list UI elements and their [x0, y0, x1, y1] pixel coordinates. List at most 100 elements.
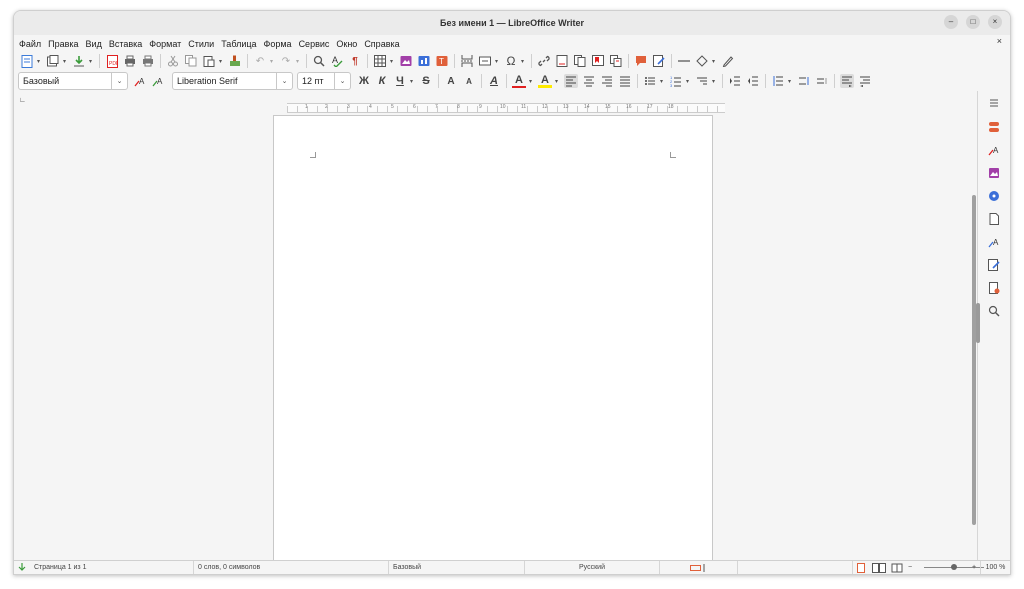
templates-icon[interactable] [46, 54, 60, 68]
paragraph-style-combo[interactable]: Базовый ⌄ [18, 72, 128, 90]
zoom-slider-handle[interactable] [951, 564, 957, 570]
undo-icon[interactable]: ↶ [253, 54, 267, 68]
bold-button[interactable]: Ж [357, 74, 371, 88]
multi-page-view-icon[interactable] [872, 561, 888, 574]
export-pdf-icon[interactable]: PDF [105, 54, 119, 68]
insert-table-icon[interactable] [373, 54, 387, 68]
minimize-button[interactable]: – [944, 15, 958, 29]
close-document-button[interactable]: × [997, 36, 1002, 46]
maximize-button[interactable]: □ [966, 15, 980, 29]
paste-icon[interactable] [202, 54, 216, 68]
clear-formatting-button[interactable]: A [487, 74, 501, 88]
menu-format[interactable]: Формат [149, 39, 181, 49]
cross-reference-icon[interactable] [609, 54, 623, 68]
zoom-in-button[interactable]: + [969, 561, 979, 574]
italic-button[interactable]: К [375, 74, 389, 88]
endnote-icon[interactable] [573, 54, 587, 68]
insert-field-icon[interactable] [478, 54, 492, 68]
ltr-text-icon[interactable] [840, 74, 854, 88]
tab-stop-selector[interactable]: ∟ [19, 97, 26, 104]
zoom-out-button[interactable]: − [905, 561, 915, 574]
chevron-down-icon[interactable]: ⌄ [334, 73, 350, 89]
chevron-down-icon[interactable]: ▾ [62, 58, 67, 65]
menu-edit[interactable]: Правка [48, 39, 78, 49]
styles-icon[interactable]: A [987, 143, 1001, 157]
chevron-down-icon[interactable]: ▾ [389, 58, 394, 65]
rtl-text-icon[interactable] [858, 74, 872, 88]
chevron-down-icon[interactable]: ▾ [88, 58, 93, 65]
print-icon[interactable] [123, 54, 137, 68]
increase-indent-icon[interactable] [728, 74, 742, 88]
menu-form[interactable]: Форма [264, 39, 292, 49]
properties-icon[interactable] [987, 120, 1001, 134]
menu-file[interactable]: Файл [19, 39, 41, 49]
new-document-icon[interactable] [20, 54, 34, 68]
page-count[interactable]: Страница 1 из 1 [34, 561, 194, 574]
chevron-down-icon[interactable]: ▾ [685, 78, 690, 85]
subscript-button[interactable]: A [462, 74, 476, 88]
page-break-icon[interactable] [460, 54, 474, 68]
chevron-down-icon[interactable]: ▾ [295, 58, 300, 65]
redo-icon[interactable]: ↷ [279, 54, 293, 68]
menu-tools[interactable]: Сервис [299, 39, 330, 49]
menu-table[interactable]: Таблица [221, 39, 256, 49]
chevron-down-icon[interactable]: ▾ [409, 78, 414, 85]
chevron-down-icon[interactable]: ⌄ [276, 73, 292, 89]
sidebar-menu-icon[interactable] [987, 96, 1001, 110]
chevron-down-icon[interactable]: ▾ [520, 58, 525, 65]
update-style-icon[interactable]: A [134, 74, 148, 88]
align-right-icon[interactable] [600, 74, 614, 88]
track-changes-icon[interactable] [652, 54, 666, 68]
chevron-down-icon[interactable]: ▾ [787, 78, 792, 85]
chevron-down-icon[interactable]: ▾ [269, 58, 274, 65]
bookmark-icon[interactable] [591, 54, 605, 68]
chevron-down-icon[interactable]: ▾ [494, 58, 499, 65]
copy-icon[interactable] [184, 54, 198, 68]
find-icon[interactable] [987, 304, 1001, 318]
insert-mode-icon[interactable] [660, 561, 738, 574]
insert-comment-icon[interactable] [634, 54, 648, 68]
insert-chart-icon[interactable] [417, 54, 431, 68]
manage-changes-icon[interactable] [987, 258, 1001, 272]
chevron-down-icon[interactable]: ⌄ [111, 73, 127, 89]
chevron-down-icon[interactable]: ▾ [36, 58, 41, 65]
superscript-button[interactable]: A [444, 74, 458, 88]
single-page-view-icon[interactable] [857, 561, 869, 574]
vertical-scrollbar[interactable] [972, 195, 976, 525]
insert-image-icon[interactable] [399, 54, 413, 68]
basic-shapes-icon[interactable] [695, 54, 709, 68]
signature-icon[interactable] [18, 561, 32, 574]
design-icon[interactable] [987, 281, 1001, 295]
numbered-list-icon[interactable]: 123 [669, 74, 683, 88]
clone-formatting-icon[interactable] [228, 54, 242, 68]
outline-list-icon[interactable] [695, 74, 709, 88]
style-inspector-icon[interactable]: A [987, 235, 1001, 249]
align-left-icon[interactable] [564, 74, 578, 88]
chevron-down-icon[interactable]: ▾ [554, 78, 559, 85]
save-icon[interactable] [72, 54, 86, 68]
insert-textbox-icon[interactable]: T [435, 54, 449, 68]
insert-line-icon[interactable] [677, 54, 691, 68]
chevron-down-icon[interactable]: ▾ [711, 58, 716, 65]
chevron-down-icon[interactable]: ▾ [711, 78, 716, 85]
increase-paragraph-spacing-icon[interactable] [797, 74, 811, 88]
menu-window[interactable]: Окно [336, 39, 357, 49]
decrease-indent-icon[interactable] [746, 74, 760, 88]
menu-view[interactable]: Вид [86, 39, 102, 49]
font-name-combo[interactable]: Liberation Serif ⌄ [172, 72, 293, 90]
decrease-paragraph-spacing-icon[interactable] [815, 74, 829, 88]
justify-icon[interactable] [618, 74, 632, 88]
navigator-icon[interactable] [987, 189, 1001, 203]
font-size-combo[interactable]: 12 пт ⌄ [297, 72, 351, 90]
chevron-down-icon[interactable]: ▾ [659, 78, 664, 85]
spelling-icon[interactable]: A [330, 54, 344, 68]
cut-icon[interactable] [166, 54, 180, 68]
chevron-down-icon[interactable]: ▾ [528, 78, 533, 85]
document-page[interactable] [273, 115, 713, 565]
book-view-icon[interactable] [891, 561, 905, 574]
highlight-color-button[interactable]: A [538, 74, 552, 88]
bullet-list-icon[interactable] [643, 74, 657, 88]
page-icon[interactable] [987, 212, 1001, 226]
page-style[interactable]: Базовый [389, 561, 525, 574]
word-count[interactable]: 0 слов, 0 символов [194, 561, 389, 574]
